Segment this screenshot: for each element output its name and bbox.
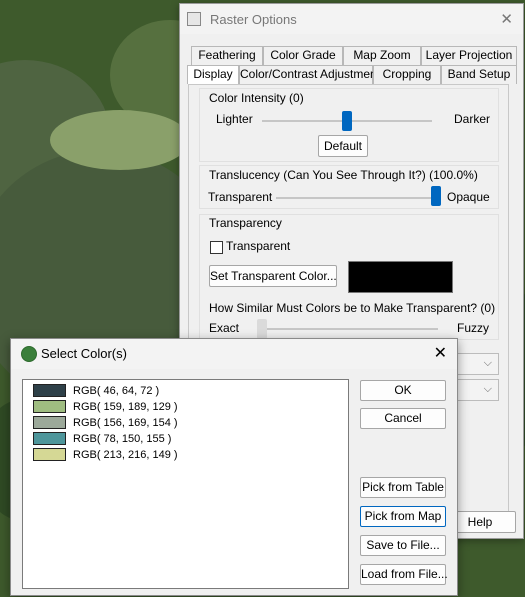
similarity-label: How Similar Must Colors be to Make Trans… bbox=[209, 301, 496, 315]
transparent-checkbox[interactable] bbox=[210, 241, 223, 254]
chevron-down-icon: ⌵ bbox=[483, 357, 492, 369]
tab-layer-projection[interactable]: Layer Projection bbox=[421, 46, 517, 65]
raster-options-titlebar[interactable]: Raster Options ✕ bbox=[180, 4, 523, 34]
color-list-item[interactable]: RGB( 213, 216, 149 ) bbox=[33, 447, 178, 462]
lighter-label: Lighter bbox=[216, 112, 253, 126]
color-label: RGB( 159, 189, 129 ) bbox=[73, 400, 178, 413]
transparent-checkbox-label: Transparent bbox=[226, 239, 291, 253]
transparent-color-swatch[interactable] bbox=[348, 261, 453, 293]
darker-label: Darker bbox=[454, 112, 491, 126]
color-swatch bbox=[33, 400, 66, 413]
color-swatch bbox=[33, 448, 66, 461]
tab-color-grade[interactable]: Color Grade bbox=[263, 46, 343, 65]
color-label: RGB( 78, 150, 155 ) bbox=[73, 432, 172, 445]
transparency-label: Transparency bbox=[209, 216, 282, 230]
cancel-button[interactable]: Cancel bbox=[360, 408, 446, 429]
close-icon[interactable]: ✕ bbox=[434, 343, 447, 363]
load-from-file-button[interactable]: Load from File... bbox=[360, 564, 448, 585]
fuzzy-label: Fuzzy bbox=[457, 321, 490, 335]
tab-strip: Feathering Color Grade Map Zoom Layer Pr… bbox=[187, 46, 517, 84]
translucency-slider-track[interactable] bbox=[276, 197, 436, 199]
color-intensity-label: Color Intensity (0) bbox=[209, 91, 304, 105]
color-swatch bbox=[33, 416, 66, 429]
default-button[interactable]: Default bbox=[318, 135, 368, 157]
select-colors-dialog: Select Color(s) ✕ RGB( 46, 64, 72 ) RGB(… bbox=[10, 338, 458, 596]
set-transparent-color-button[interactable]: Set Transparent Color... bbox=[209, 265, 337, 287]
translucency-group: Translucency (Can You See Through It?) (… bbox=[199, 165, 499, 209]
opaque-label: Opaque bbox=[447, 190, 490, 204]
tab-map-zoom[interactable]: Map Zoom bbox=[343, 46, 421, 65]
color-swatch bbox=[33, 432, 66, 445]
ok-button[interactable]: OK bbox=[360, 380, 446, 401]
color-list-item[interactable]: RGB( 159, 189, 129 ) bbox=[33, 399, 178, 414]
color-label: RGB( 213, 216, 149 ) bbox=[73, 448, 178, 461]
color-label: RGB( 156, 169, 154 ) bbox=[73, 416, 178, 429]
tab-feathering[interactable]: Feathering bbox=[191, 46, 263, 65]
tab-display[interactable]: Display bbox=[187, 65, 239, 84]
color-intensity-group: Color Intensity (0) Lighter Darker Defau… bbox=[199, 88, 499, 162]
color-swatch bbox=[33, 384, 66, 397]
similarity-slider-thumb[interactable] bbox=[257, 319, 267, 339]
chevron-down-icon: ⌵ bbox=[483, 383, 492, 395]
app-logo-icon bbox=[21, 346, 37, 362]
translucency-slider-thumb[interactable] bbox=[431, 186, 441, 206]
pick-from-map-button[interactable]: Pick from Map bbox=[360, 506, 446, 527]
select-colors-title: Select Color(s) bbox=[41, 346, 127, 361]
color-list-item[interactable]: RGB( 78, 150, 155 ) bbox=[33, 431, 171, 446]
color-label: RGB( 46, 64, 72 ) bbox=[73, 384, 160, 397]
map-clearing bbox=[50, 110, 190, 170]
tab-color-contrast-adjustment[interactable]: Color/Contrast Adjustment bbox=[239, 65, 380, 84]
raster-options-title: Raster Options bbox=[210, 11, 297, 27]
tab-band-setup[interactable]: Band Setup bbox=[441, 65, 517, 84]
similarity-slider-track[interactable] bbox=[262, 328, 438, 330]
color-list-item[interactable]: RGB( 46, 64, 72 ) bbox=[33, 383, 159, 398]
window-icon bbox=[187, 12, 201, 26]
color-list-item[interactable]: RGB( 156, 169, 154 ) bbox=[33, 415, 178, 430]
save-to-file-button[interactable]: Save to File... bbox=[360, 535, 446, 556]
exact-label: Exact bbox=[209, 321, 240, 335]
close-icon[interactable]: ✕ bbox=[500, 10, 513, 28]
pick-from-table-button[interactable]: Pick from Table bbox=[360, 477, 446, 498]
translucency-label: Translucency (Can You See Through It?) (… bbox=[209, 168, 478, 182]
tab-cropping[interactable]: Cropping bbox=[373, 65, 441, 84]
select-colors-titlebar[interactable]: Select Color(s) ✕ bbox=[11, 339, 457, 369]
color-intensity-slider-thumb[interactable] bbox=[342, 111, 352, 131]
transparency-group: Transparency Transparent Set Transparent… bbox=[199, 214, 499, 340]
transparent-slider-label: Transparent bbox=[208, 190, 273, 204]
color-list[interactable]: RGB( 46, 64, 72 ) RGB( 159, 189, 129 ) R… bbox=[22, 379, 349, 589]
